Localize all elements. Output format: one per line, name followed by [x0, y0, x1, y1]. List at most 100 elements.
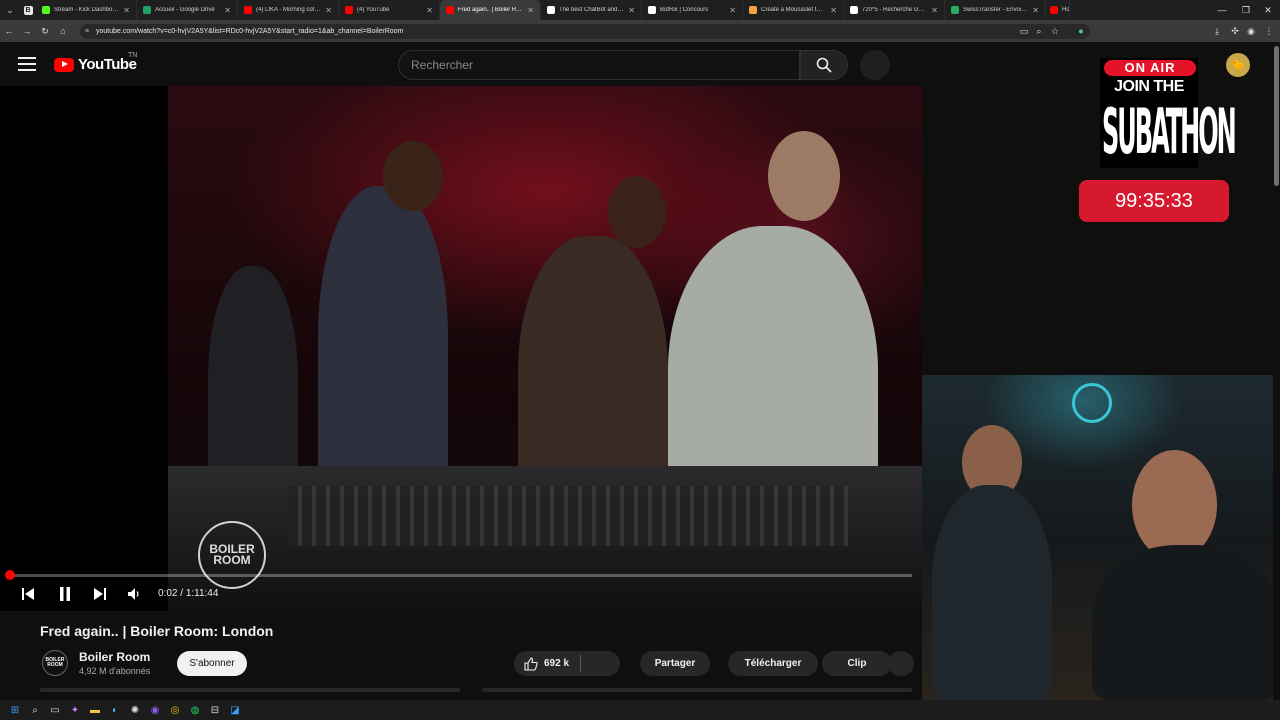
discord-icon[interactable]: ◉ — [148, 703, 162, 717]
tab-close-icon[interactable]: ✕ — [729, 6, 736, 15]
calculator-icon[interactable]: ⊟ — [208, 703, 222, 717]
next-button[interactable] — [92, 586, 108, 602]
download-icon[interactable]: ⤓ — [1208, 20, 1226, 42]
site-info-icon[interactable]: ≡ — [85, 24, 89, 39]
tab-favicon-icon — [648, 6, 656, 14]
clip-button[interactable]: Clip — [822, 651, 892, 676]
tab-label: Fred again.. | Boiler R... — [458, 7, 522, 13]
scrollbar-thumb[interactable] — [1274, 46, 1279, 186]
more-actions-button[interactable] — [888, 651, 914, 676]
tab-label: Stream - Kick Dashboard — [54, 7, 120, 13]
pause-button[interactable] — [57, 586, 73, 602]
tab-favicon-icon — [345, 6, 353, 14]
tab-favicon-icon — [446, 6, 454, 14]
time-display: 0:02 / 1:11:44 — [158, 588, 219, 599]
taskbar: ⊞ ⌕ ▭ ✦ ▬ ◐ ✺ ◉ ◎ ◍ ⊟ ◪ — [0, 700, 1280, 720]
subathon-banner: ON AIR JOIN THE SUBATHON — [1100, 58, 1237, 169]
tab-close-icon[interactable]: ✕ — [628, 6, 635, 15]
tab-search-icon[interactable]: ⌄ — [0, 0, 20, 20]
search-input[interactable]: Rechercher — [398, 50, 800, 80]
volume-icon — [128, 588, 139, 600]
channel-avatar[interactable]: BOILER ROOM — [42, 650, 68, 676]
tab-close-icon[interactable]: ✕ — [224, 6, 231, 15]
hamburger-menu-icon[interactable] — [16, 54, 38, 74]
profile-icon[interactable]: ◉ — [1242, 20, 1260, 42]
tab-close-icon[interactable]: ✕ — [830, 6, 837, 15]
bookmark-star-icon[interactable]: ☆ — [1046, 20, 1064, 42]
address-bar[interactable]: ≡ youtube.com/watch?v=c0-hvjV2A5Y&list=R… — [80, 24, 1090, 39]
clip-label: Clip — [847, 658, 867, 669]
close-window-icon[interactable]: ✕ — [1256, 0, 1280, 20]
restore-icon[interactable]: ❐ — [1234, 0, 1258, 20]
file-explorer-icon[interactable]: ▬ — [88, 703, 102, 717]
tab-close-icon[interactable]: ✕ — [931, 6, 938, 15]
search-button[interactable] — [800, 50, 848, 80]
like-dislike-divider — [580, 655, 581, 672]
tab-extra[interactable]: Ho — [1046, 0, 1070, 20]
whatsapp-icon[interactable]: ◍ — [188, 703, 202, 717]
back-icon[interactable]: ← — [0, 20, 18, 42]
tab-favicon-icon — [850, 6, 858, 14]
browser-tab[interactable]: BotRix | Concours ✕ — [642, 0, 743, 20]
browser-tab[interactable]: Accueil - Google Drive ✕ — [137, 0, 238, 20]
tab-close-icon[interactable]: ✕ — [123, 6, 130, 15]
tab-favicon-icon — [951, 6, 959, 14]
minimize-icon[interactable]: — — [1210, 0, 1234, 20]
video-player[interactable]: BOILER ROOM 0:02 / 1:11:44 — [0, 86, 922, 611]
tab-close-icon[interactable]: ✕ — [325, 6, 332, 15]
download-button[interactable]: Télécharger — [728, 651, 818, 676]
browser-tab[interactable]: The best ChatBot and W ✕ — [541, 0, 642, 20]
tab-close-icon[interactable]: ✕ — [527, 6, 534, 15]
share-button[interactable]: Partager — [640, 651, 710, 676]
like-count: 692 k — [544, 658, 570, 669]
chrome-icon[interactable]: ◎ — [168, 703, 182, 717]
youtube-play-icon — [54, 57, 74, 72]
boiler-room-watermark: BOILER ROOM — [198, 521, 266, 589]
volume-button[interactable] — [126, 586, 142, 602]
like-button[interactable]: 692 k — [514, 651, 620, 676]
app-icon[interactable]: ◪ — [228, 703, 242, 717]
copilot-icon[interactable]: ✦ — [68, 703, 82, 717]
tab-label: Accueil - Google Drive — [155, 7, 215, 13]
voice-search-button[interactable] — [860, 50, 890, 80]
edge-icon[interactable]: ◐ — [108, 703, 122, 717]
taskbar-search-icon[interactable]: ⌕ — [28, 703, 42, 717]
search-icon — [816, 57, 832, 73]
description-box[interactable] — [40, 688, 460, 692]
tab-close-icon[interactable]: ✕ — [426, 6, 433, 15]
channel-name[interactable]: Boiler Room — [79, 650, 150, 664]
home-icon[interactable]: ⌂ — [54, 20, 72, 42]
tab-close-icon[interactable]: ✕ — [1032, 6, 1039, 15]
browser-tab[interactable]: (4) LIKA - Morning coffee ✕ — [238, 0, 339, 20]
tab-group-icon[interactable]: B — [20, 0, 36, 20]
watermark-line: ROOM — [213, 553, 251, 567]
tab-label: The best ChatBot and W — [559, 7, 625, 13]
previous-button[interactable] — [20, 586, 36, 602]
account-avatar[interactable]: 🐤 — [1226, 53, 1250, 77]
chatgpt-icon[interactable]: ✺ — [128, 703, 142, 717]
browser-tab-bar: ⌄ B Stream - Kick Dashboard ✕ Accueil - Go… — [0, 0, 1280, 20]
video-frame[interactable]: BOILER ROOM — [168, 86, 922, 611]
subscribe-button[interactable]: S'abonner — [177, 651, 247, 676]
tab-favicon-icon — [143, 6, 151, 14]
browser-tab[interactable]: Fred again.. | Boiler R... ✕ — [440, 0, 541, 20]
tab-label: 720*5 - Recherche Googl — [862, 7, 928, 13]
extension-icon[interactable]: ● — [1072, 20, 1090, 42]
browser-tab[interactable]: Create a Mousaslet twe... ✕ — [743, 0, 844, 20]
reload-icon[interactable]: ↻ — [36, 20, 54, 42]
progress-bar[interactable] — [10, 574, 912, 577]
browser-menu-icon[interactable]: ⋮ — [1260, 20, 1278, 42]
browser-tab[interactable]: Stream - Kick Dashboard ✕ — [36, 0, 137, 20]
windows-start-icon[interactable]: ⊞ — [8, 703, 22, 717]
task-view-icon[interactable]: ▭ — [48, 703, 62, 717]
browser-tab[interactable]: SwissTransfer - Envoi séc ✕ — [945, 0, 1046, 20]
youtube-logo[interactable]: YouTube TN — [54, 52, 137, 73]
forward-icon[interactable]: → — [18, 20, 36, 42]
browser-tab[interactable]: (4) YouTube ✕ — [339, 0, 440, 20]
skip-previous-icon — [22, 588, 34, 600]
progress-scrubber[interactable] — [5, 570, 15, 580]
subathon-text: SUBATHON — [1102, 96, 1237, 169]
browser-tab[interactable]: 720*5 - Recherche Googl ✕ — [844, 0, 945, 20]
join-the-text: JOIN THE — [1114, 78, 1184, 95]
chat-box[interactable] — [482, 688, 912, 692]
